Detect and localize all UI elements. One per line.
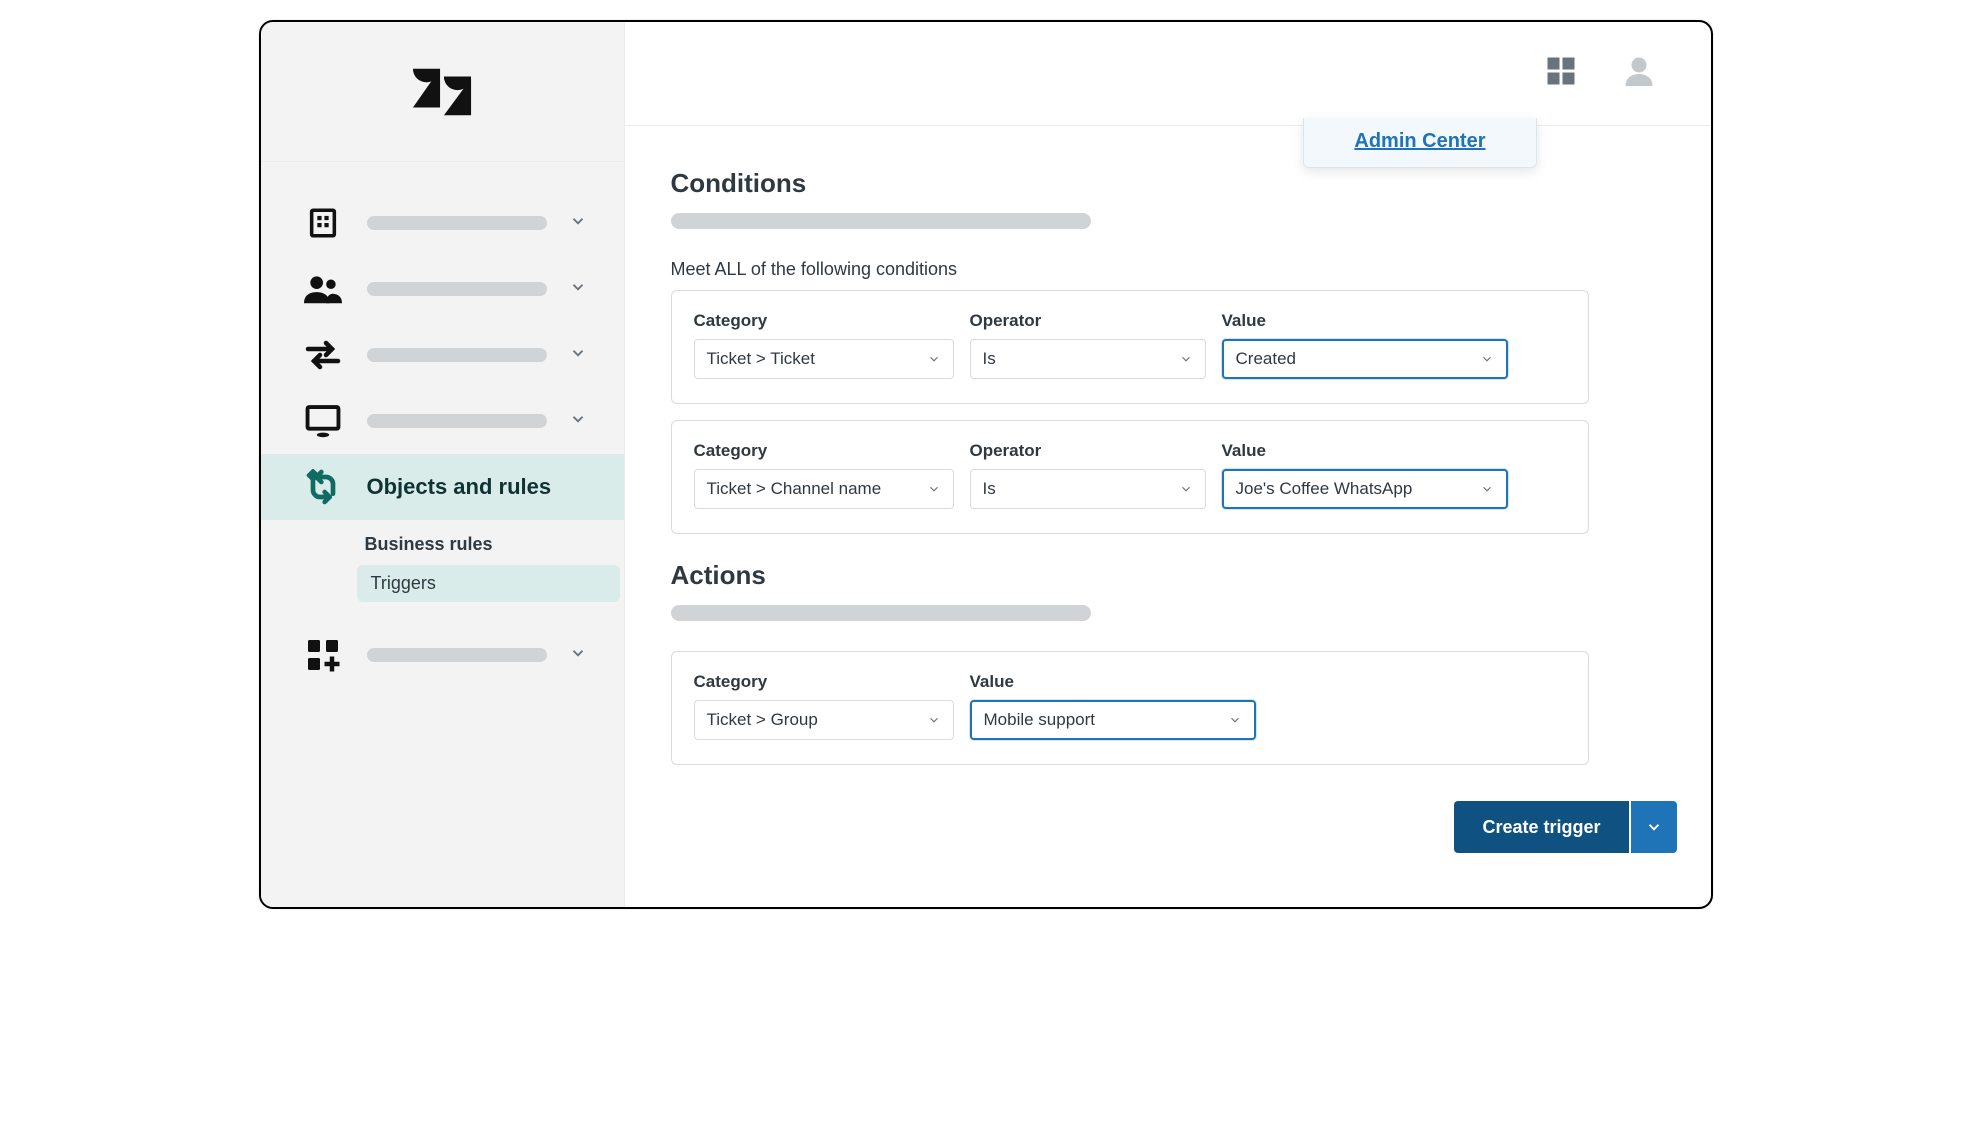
chevron-down-icon (569, 212, 587, 235)
field-label-value: Value (1222, 441, 1508, 461)
sidebar-item-placeholder (367, 216, 547, 230)
chevron-down-icon (569, 644, 587, 667)
field-label-category: Category (694, 672, 954, 692)
actions-description-placeholder (671, 605, 1091, 621)
main: Admin Center Conditions Meet ALL of the … (625, 22, 1711, 907)
admin-center-popover: Admin Center (1303, 118, 1536, 168)
chevron-down-icon (569, 278, 587, 301)
workflow-icon (301, 465, 345, 509)
content: Conditions Meet ALL of the following con… (625, 126, 1711, 907)
footer: Create trigger (625, 781, 1711, 883)
chevron-down-icon (569, 344, 587, 367)
sidebar-item-placeholder (367, 282, 547, 296)
condition-value-select[interactable]: Created (1222, 339, 1508, 379)
condition-row: Category Ticket > Channel name Operator … (671, 420, 1589, 534)
monitor-icon (301, 399, 345, 443)
sidebar-item-channels[interactable] (261, 322, 624, 388)
create-trigger-split-button[interactable] (1631, 801, 1677, 853)
products-icon[interactable] (1543, 53, 1579, 94)
profile-icon[interactable] (1621, 53, 1657, 94)
sidebar-item-label: Objects and rules (367, 474, 600, 500)
action-category-select[interactable]: Ticket > Group (694, 700, 954, 740)
admin-center-link[interactable]: Admin Center (1354, 130, 1485, 152)
sidebar-subnav: Business rules Triggers (261, 520, 624, 622)
action-row: Category Ticket > Group Value Mobile sup… (671, 651, 1589, 765)
building-icon (301, 201, 345, 245)
field-label-category: Category (694, 441, 954, 461)
sidebar: Objects and rules Business rules Trigger… (261, 22, 625, 907)
field-label-value: Value (1222, 311, 1508, 331)
field-label-category: Category (694, 311, 954, 331)
field-label-value: Value (970, 672, 1256, 692)
chevron-down-icon (1645, 818, 1663, 836)
topbar (625, 22, 1711, 126)
actions-heading: Actions (671, 560, 1589, 591)
conditions-description-placeholder (671, 213, 1091, 229)
field-label-operator: Operator (970, 441, 1206, 461)
action-value-select[interactable]: Mobile support (970, 700, 1256, 740)
arrows-icon (301, 333, 345, 377)
sidebar-nav: Objects and rules Business rules Trigger… (261, 162, 624, 688)
app-window: Objects and rules Business rules Trigger… (259, 20, 1713, 909)
sidebar-item-apps[interactable] (261, 622, 624, 688)
condition-operator-select[interactable]: Is (970, 339, 1206, 379)
conditions-meet-all-label: Meet ALL of the following conditions (671, 259, 1589, 280)
subnav-business-rules[interactable]: Business rules (261, 526, 620, 563)
sidebar-item-company[interactable] (261, 190, 624, 256)
people-icon (301, 267, 345, 311)
sidebar-item-workspaces[interactable] (261, 388, 624, 454)
subnav-triggers[interactable]: Triggers (357, 565, 620, 602)
create-trigger-button[interactable]: Create trigger (1454, 801, 1628, 853)
field-label-operator: Operator (970, 311, 1206, 331)
chevron-down-icon (569, 410, 587, 433)
zendesk-logo-icon (411, 68, 473, 116)
sidebar-item-placeholder (367, 348, 547, 362)
sidebar-item-placeholder (367, 648, 547, 662)
sidebar-item-people[interactable] (261, 256, 624, 322)
apps-add-icon (301, 633, 345, 677)
condition-row: Category Ticket > Ticket Operator Is (671, 290, 1589, 404)
condition-value-select[interactable]: Joe's Coffee WhatsApp (1222, 469, 1508, 509)
sidebar-item-objects-and-rules[interactable]: Objects and rules (261, 454, 624, 520)
logo (261, 22, 624, 162)
sidebar-item-placeholder (367, 414, 547, 428)
conditions-heading: Conditions (671, 168, 1589, 199)
condition-category-select[interactable]: Ticket > Channel name (694, 469, 954, 509)
condition-category-select[interactable]: Ticket > Ticket (694, 339, 954, 379)
condition-operator-select[interactable]: Is (970, 469, 1206, 509)
